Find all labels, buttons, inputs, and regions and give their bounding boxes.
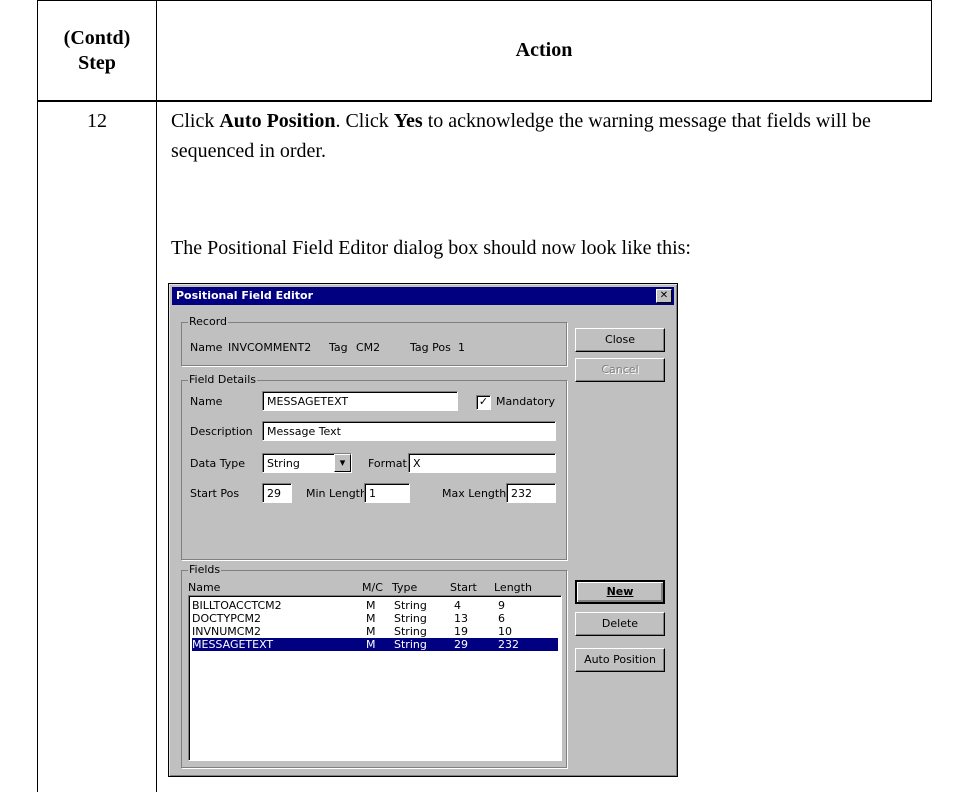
record-tagpos-value: 1 bbox=[458, 341, 465, 354]
col-header-name[interactable]: Name bbox=[188, 581, 220, 595]
instr-bold-yes: Yes bbox=[393, 110, 423, 132]
table-row-selected[interactable]: MESSAGETEXT M String 29 232 bbox=[192, 638, 558, 651]
dialog-title: Positional Field Editor bbox=[176, 289, 313, 302]
row-mc: M bbox=[366, 625, 376, 638]
row-length: 10 bbox=[498, 625, 512, 638]
row-length: 232 bbox=[498, 638, 519, 651]
mandatory-checkbox[interactable]: ✓ bbox=[476, 395, 491, 410]
record-name-value: INVCOMMENT2 bbox=[228, 341, 312, 354]
dropdown-arrow-icon[interactable]: ▾ bbox=[334, 454, 351, 472]
row-start: 4 bbox=[454, 599, 461, 612]
instr-text2: . Click bbox=[335, 110, 394, 132]
row-name: DOCTYPCM2 bbox=[192, 612, 262, 625]
row-name: INVNUMCM2 bbox=[192, 625, 261, 638]
fields-group-label: Fields bbox=[188, 563, 222, 576]
row-name: BILLTOACCTCM2 bbox=[192, 599, 282, 612]
row-start: 19 bbox=[454, 625, 468, 638]
instr-text1: Click bbox=[171, 110, 220, 132]
delete-button[interactable]: Delete bbox=[575, 612, 665, 636]
field-details-group: Field Details Name MESSAGETEXT ✓ Mandato… bbox=[181, 374, 567, 560]
fields-list-header: Name M/C Type Start Length bbox=[188, 581, 560, 595]
row-mc: M bbox=[366, 638, 376, 651]
format-label: Format bbox=[368, 457, 407, 470]
fields-group: Fields Name M/C Type Start Length BILLTO… bbox=[181, 564, 567, 768]
maxlength-label: Max Length bbox=[442, 487, 507, 500]
maxlength-input[interactable]: 232 bbox=[506, 483, 556, 503]
new-button[interactable]: New bbox=[575, 580, 665, 604]
positional-field-editor-dialog: Positional Field Editor ✕ Record Name IN… bbox=[168, 283, 678, 777]
row-start: 29 bbox=[454, 638, 468, 651]
startpos-input[interactable]: 29 bbox=[262, 483, 292, 503]
step-column-header: (Contd) Step bbox=[38, 2, 156, 99]
description-label: Description bbox=[190, 425, 253, 438]
table-top-border bbox=[37, 0, 932, 1]
step-instruction-2: The Positional Field Editor dialog box s… bbox=[171, 237, 691, 259]
field-name-input[interactable]: MESSAGETEXT bbox=[262, 391, 458, 411]
record-group: Record Name INVCOMMENT2 Tag CM2 Tag Pos … bbox=[181, 316, 567, 366]
format-input[interactable]: X bbox=[408, 453, 556, 473]
datatype-label: Data Type bbox=[190, 457, 246, 470]
table-row[interactable]: INVNUMCM2 M String 19 10 bbox=[192, 625, 558, 638]
close-icon[interactable]: ✕ bbox=[656, 289, 672, 303]
auto-position-button[interactable]: Auto Position bbox=[575, 648, 665, 672]
cancel-button[interactable]: Cancel bbox=[575, 358, 665, 382]
table-row[interactable]: BILLTOACCTCM2 M String 4 9 bbox=[192, 599, 558, 612]
mandatory-label: Mandatory bbox=[496, 395, 556, 408]
field-details-group-label: Field Details bbox=[188, 373, 258, 386]
table-header-divider bbox=[37, 100, 932, 102]
step-header-line1: (Contd) bbox=[63, 26, 131, 49]
startpos-label: Start Pos bbox=[190, 487, 240, 500]
minlength-input[interactable]: 1 bbox=[364, 483, 410, 503]
table-column-divider bbox=[156, 0, 157, 792]
table-row[interactable]: DOCTYPCM2 M String 13 6 bbox=[192, 612, 558, 625]
action-column-header: Action bbox=[515, 39, 573, 61]
row-type: String bbox=[394, 599, 427, 612]
minlength-label: Min Length bbox=[306, 487, 367, 500]
record-name-label: Name bbox=[190, 341, 223, 354]
dialog-titlebar[interactable]: Positional Field Editor ✕ bbox=[172, 287, 674, 305]
record-tag-value: CM2 bbox=[356, 341, 381, 354]
row-mc: M bbox=[366, 599, 376, 612]
step-instruction: Click Auto Position. Click Yes to acknow… bbox=[171, 106, 931, 166]
row-length: 6 bbox=[498, 612, 505, 625]
col-header-mc[interactable]: M/C bbox=[362, 581, 383, 595]
row-type: String bbox=[394, 625, 427, 638]
col-header-length[interactable]: Length bbox=[494, 581, 532, 595]
step-header-line2: Step bbox=[78, 51, 116, 74]
row-type: String bbox=[394, 638, 427, 651]
record-group-label: Record bbox=[188, 315, 229, 328]
fields-listbox[interactable]: BILLTOACCTCM2 M String 4 9 DOCTYPCM2 M S… bbox=[188, 595, 562, 761]
row-name: MESSAGETEXT bbox=[192, 638, 274, 651]
record-tag-label: Tag bbox=[329, 341, 348, 354]
row-length: 9 bbox=[498, 599, 505, 612]
field-name-label: Name bbox=[190, 395, 223, 408]
instr-bold-auto-position: Auto Position bbox=[219, 110, 336, 132]
row-start: 13 bbox=[454, 612, 468, 625]
row-type: String bbox=[394, 612, 427, 625]
step-number: 12 bbox=[87, 110, 107, 132]
col-header-start[interactable]: Start bbox=[450, 581, 477, 595]
row-mc: M bbox=[366, 612, 376, 625]
col-header-type[interactable]: Type bbox=[392, 581, 417, 595]
table-right-border bbox=[931, 0, 932, 100]
close-button[interactable]: Close bbox=[575, 328, 665, 352]
record-tagpos-label: Tag Pos bbox=[410, 341, 451, 354]
description-input[interactable]: Message Text bbox=[262, 421, 556, 441]
